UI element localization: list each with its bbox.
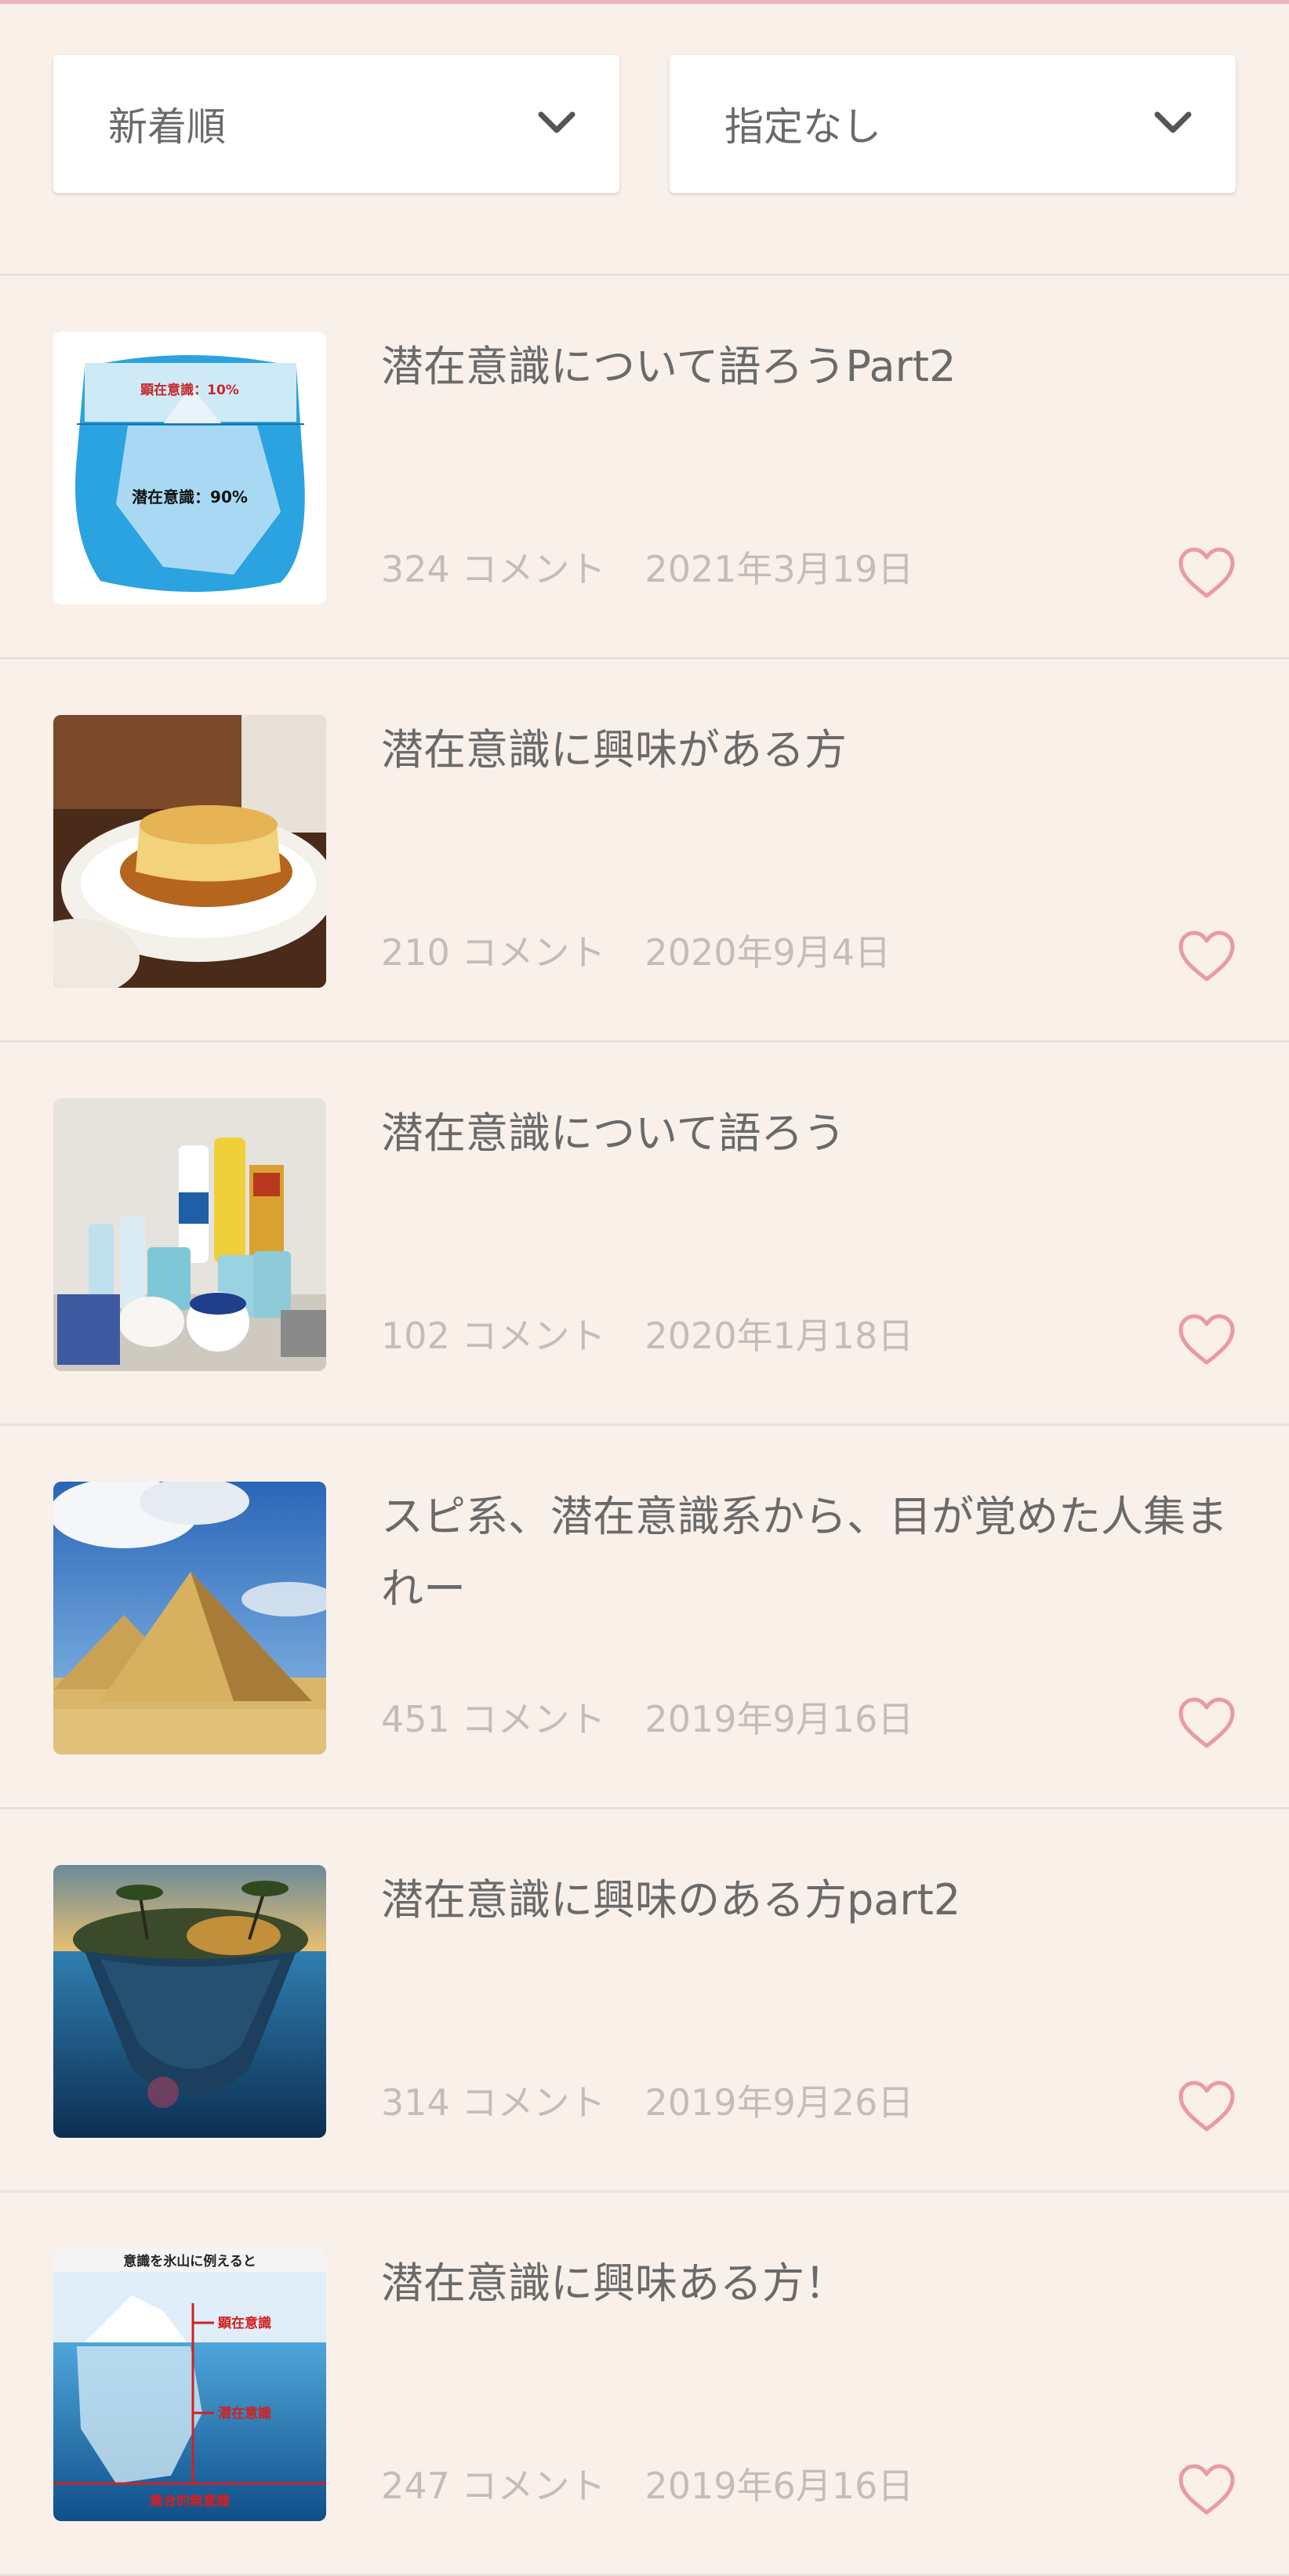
topic-title[interactable]: 潜在意識について語ろうPart2	[381, 331, 1244, 403]
topic-meta: 314 コメント 2019年9月26日	[381, 2074, 913, 2126]
thumb-label-subconscious: 潜在意識	[218, 2405, 271, 2422]
topic-title[interactable]: 潜在意識に興味がある方	[381, 714, 1244, 786]
topic-thumbnail-iceberg[interactable]: 顕在意識：10% 潜在意識：90%	[53, 332, 326, 604]
post-date: 2020年9月4日	[644, 931, 891, 974]
sort-order-label: 新着順	[108, 104, 226, 150]
topic-item[interactable]: スピ系、潜在意識系から、目が覚めた人集まれー 451 コメント 2019年9月16…	[0, 1426, 1289, 1809]
post-date: 2020年1月18日	[644, 1315, 914, 1357]
heart-icon[interactable]	[1176, 546, 1237, 600]
thumb-label-conscious: 顕在意識	[218, 2315, 271, 2331]
chevron-down-icon	[1154, 111, 1192, 133]
topic-title[interactable]: スピ系、潜在意識系から、目が覚めた人集まれー	[381, 1481, 1244, 1625]
topic-thumbnail-cleaning-products[interactable]	[53, 1098, 326, 1371]
topic-item[interactable]: 潜在意識に興味がある方 210 コメント 2020年9月4日	[0, 659, 1289, 1043]
topic-meta: 451 コメント 2019年9月16日	[381, 1691, 913, 1743]
post-date: 2021年3月19日	[644, 548, 914, 590]
topic-thumbnail-island[interactable]	[53, 1865, 326, 2138]
comment-count: 210 コメント	[381, 931, 606, 974]
filter-bar: 新着順 指定なし	[0, 55, 1289, 196]
comment-count: 102 コメント	[381, 1315, 606, 1357]
topic-item[interactable]: 潜在意識に興味のある方part2 314 コメント 2019年9月26日	[0, 1809, 1289, 2193]
comment-count: 451 コメント	[381, 1698, 606, 1740]
comment-count: 324 コメント	[381, 548, 606, 590]
sort-order-select[interactable]: 新着順	[53, 55, 619, 193]
thumb-label-collective: 集合的無意識	[149, 2493, 230, 2509]
topic-meta: 210 コメント 2020年9月4日	[381, 924, 891, 976]
heart-icon[interactable]	[1176, 2079, 1237, 2134]
category-filter-select[interactable]: 指定なし	[670, 55, 1236, 193]
heart-icon[interactable]	[1176, 1696, 1237, 1751]
post-date: 2019年9月16日	[644, 1698, 914, 1740]
topic-item[interactable]: 意識を氷山に例えると 顕在意識 潜在意識 集合的無意識 潜在意識に興味ある方！ …	[0, 2193, 1289, 2576]
category-filter-label: 指定なし	[724, 104, 881, 150]
post-date: 2019年6月16日	[644, 2465, 914, 2507]
thumb-label-conscious: 顕在意識：10%	[140, 382, 239, 398]
thumb-header: 意識を氷山に例えると	[123, 2253, 256, 2269]
topic-thumbnail-iceberg-diagram[interactable]: 意識を氷山に例えると 顕在意識 潜在意識 集合的無意識	[53, 2248, 326, 2521]
comment-count: 314 コメント	[381, 2081, 606, 2124]
thumb-label-subconscious: 潜在意識：90%	[132, 488, 248, 506]
topic-title[interactable]: 潜在意識に興味のある方part2	[381, 1864, 1244, 1936]
topic-item[interactable]: 顕在意識：10% 潜在意識：90% 潜在意識について語ろうPart2 324 コ…	[0, 276, 1289, 659]
topic-list: 顕在意識：10% 潜在意識：90% 潜在意識について語ろうPart2 324 コ…	[0, 276, 1289, 2576]
post-date: 2019年9月26日	[644, 2081, 914, 2124]
topic-meta: 247 コメント 2019年6月16日	[381, 2458, 913, 2509]
heart-icon[interactable]	[1176, 929, 1237, 984]
topic-meta: 102 コメント 2020年1月18日	[381, 1308, 913, 1359]
topic-item[interactable]: 潜在意識について語ろう 102 コメント 2020年1月18日	[0, 1043, 1289, 1426]
chevron-down-icon	[538, 111, 576, 133]
top-accent-line	[0, 0, 1289, 4]
topic-title[interactable]: 潜在意識に興味ある方！	[381, 2248, 1244, 2320]
topic-thumbnail-pyramids[interactable]	[53, 1482, 326, 1754]
heart-icon[interactable]	[1176, 1312, 1237, 1367]
topic-meta: 324 コメント 2021年3月19日	[381, 541, 913, 593]
heart-icon[interactable]	[1176, 2462, 1237, 2517]
topic-thumbnail-pudding[interactable]	[53, 715, 326, 988]
comment-count: 247 コメント	[381, 2465, 606, 2507]
topic-title[interactable]: 潜在意識について語ろう	[381, 1098, 1244, 1170]
